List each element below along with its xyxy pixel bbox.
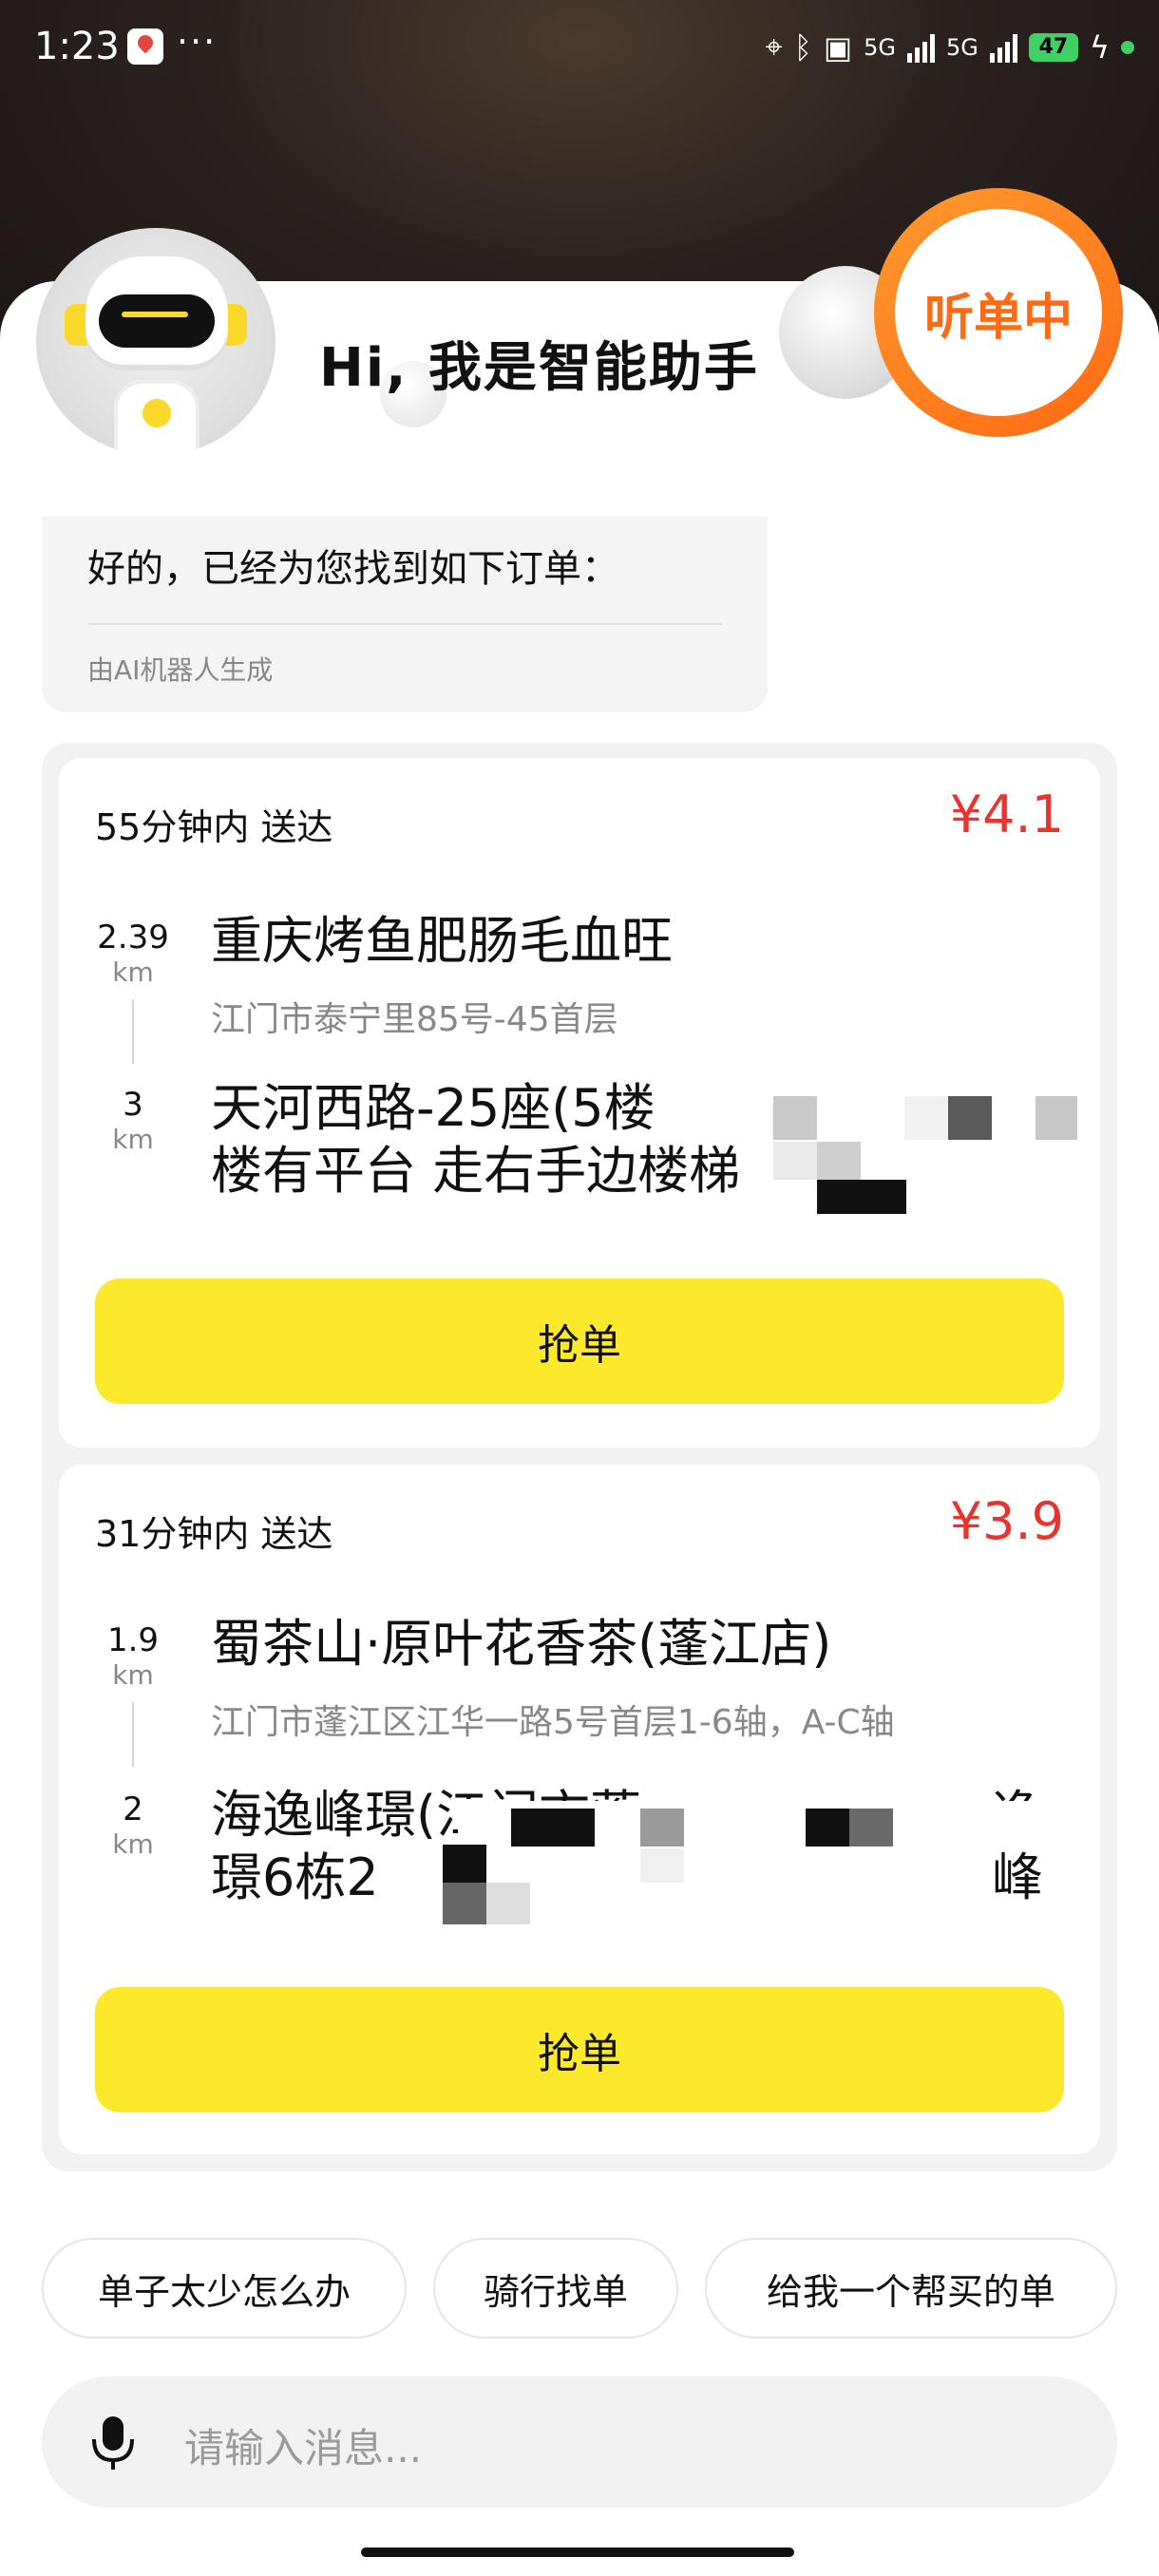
dropoff-distance: 3 km xyxy=(95,1089,171,1153)
assistant-message-bubble: 好的，已经为您找到如下订单： 由AI机器人生成 xyxy=(42,517,768,712)
more-notifications-icon: ··· xyxy=(177,21,218,63)
grab-order-button[interactable]: 抢单 xyxy=(95,1279,1064,1404)
charging-icon: ϟ xyxy=(1089,28,1110,66)
pickup-address: 江门市蓬江区江华一路5号首层1-6轴，A-C轴 xyxy=(211,1703,895,1742)
order-price: ¥4.1 xyxy=(949,785,1064,844)
dropoff-distance-unit: km xyxy=(112,1828,154,1860)
dropoff-address-line2: 璟6栋2 xyxy=(211,1847,379,1907)
robot-avatar xyxy=(36,228,276,456)
message-input[interactable]: 请输入消息... xyxy=(184,2416,422,2474)
order-card: 31分钟内 送达 ¥3.9 1.9 km 蜀茶山·原叶花香茶(蓬江店) 江门市蓬… xyxy=(59,1465,1100,2154)
location-icon: ⌖ xyxy=(765,28,783,65)
redaction-mosaic xyxy=(511,1809,595,1847)
pickup-distance: 1.9 km xyxy=(95,1624,171,1689)
redaction-mosaic xyxy=(817,1142,861,1180)
redaction-mosaic xyxy=(1036,1096,1077,1140)
delivery-time: 55分钟内 送达 xyxy=(95,806,333,848)
home-indicator[interactable] xyxy=(361,2548,794,2557)
redaction-mosaic xyxy=(806,1809,849,1847)
dropoff-distance-unit: km xyxy=(112,1124,154,1155)
sim-icon: ▣ xyxy=(823,28,853,66)
status-indicators: ⌖ ᛒ ▣ 5G 5G 47 ϟ xyxy=(766,28,1134,66)
quick-reply-chip[interactable]: 单子太少怎么办 xyxy=(42,2238,407,2339)
listening-status-button[interactable]: 听单中 xyxy=(874,188,1123,437)
pickup-distance: 2.39 km xyxy=(95,921,171,986)
pickup-store-name: 重庆烤鱼肥肠毛血旺 xyxy=(211,911,673,971)
redaction-mosaic xyxy=(904,1096,948,1140)
redaction-mosaic xyxy=(948,1096,992,1140)
ai-generated-note: 由AI机器人生成 xyxy=(87,654,274,686)
redaction-mosaic xyxy=(486,1883,530,1924)
signal-icon-1 xyxy=(907,32,936,63)
dropoff-address-line2: 楼有平台 走右手边楼梯 xyxy=(211,1140,741,1201)
signal-icon-2 xyxy=(989,32,1017,63)
status-bar: 1:23 ··· ⌖ ᛒ ▣ 5G 5G 47 ϟ xyxy=(0,0,1159,95)
network-type-1: 5G xyxy=(864,33,897,61)
pickup-address: 江门市泰宁里85号-45首层 xyxy=(211,1000,618,1039)
divider xyxy=(87,623,722,625)
quick-reply-chip[interactable]: 骑行找单 xyxy=(433,2238,678,2339)
quick-reply-bar: 单子太少怎么办 骑行找单 给我一个帮买的单 xyxy=(42,2238,1117,2340)
pickup-distance-value: 2.39 xyxy=(97,919,169,957)
dropoff-distance-value: 3 xyxy=(123,1086,143,1124)
assistant-message-text: 好的，已经为您找到如下订单： xyxy=(87,547,619,591)
pickup-distance-unit: km xyxy=(112,957,154,988)
map-app-icon xyxy=(127,28,163,65)
order-list: 55分钟内 送达 ¥4.1 2.39 km 重庆烤鱼肥肠毛血旺 江门市泰宁里85… xyxy=(42,743,1117,2171)
pickup-distance-value: 1.9 xyxy=(106,1621,160,1659)
pickup-store-name: 蜀茶山·原叶花香茶(蓬江店) xyxy=(211,1614,832,1674)
pickup-distance-unit: km xyxy=(112,1659,154,1691)
redaction-mosaic xyxy=(443,1883,486,1924)
status-time: 1:23 xyxy=(34,25,120,68)
redaction-mosaic xyxy=(773,1096,817,1140)
redaction-mosaic xyxy=(640,1848,684,1883)
order-card: 55分钟内 送达 ¥4.1 2.39 km 重庆烤鱼肥肠毛血旺 江门市泰宁里85… xyxy=(59,758,1100,1448)
order-price: ¥3.9 xyxy=(949,1491,1064,1551)
redaction-mosaic xyxy=(640,1809,684,1847)
robot-chest-icon xyxy=(142,399,171,427)
battery-icon: 47 xyxy=(1028,32,1078,62)
message-input-bar[interactable]: 请输入消息... xyxy=(42,2377,1117,2508)
dropoff-distance: 2 km xyxy=(95,1793,171,1858)
listening-status-label: 听单中 xyxy=(895,209,1102,416)
quick-reply-chip[interactable]: 给我一个帮买的单 xyxy=(705,2238,1117,2339)
microphone-icon[interactable] xyxy=(82,2411,144,2473)
route-connector xyxy=(132,999,134,1064)
privacy-indicator-icon xyxy=(1121,40,1134,54)
grab-order-button[interactable]: 抢单 xyxy=(95,1987,1064,2112)
bluetooth-icon: ᛒ xyxy=(793,28,812,66)
redaction-mosaic xyxy=(992,1096,1036,1140)
robot-visor-icon xyxy=(99,294,215,348)
network-type-2: 5G xyxy=(946,33,978,61)
dropoff-distance-value: 2 xyxy=(123,1790,143,1828)
delivery-time: 31分钟内 送达 xyxy=(95,1513,333,1555)
greeting-title: Hi, 我是智能助手 xyxy=(319,337,759,399)
redaction-mosaic xyxy=(458,1799,502,1843)
route-connector xyxy=(132,1702,134,1767)
redaction-mosaic xyxy=(817,1180,906,1214)
redaction-mosaic xyxy=(773,1142,817,1180)
redaction-mosaic xyxy=(849,1809,893,1847)
redaction-mosaic xyxy=(819,1096,902,1140)
redaction-mosaic xyxy=(443,1845,486,1883)
